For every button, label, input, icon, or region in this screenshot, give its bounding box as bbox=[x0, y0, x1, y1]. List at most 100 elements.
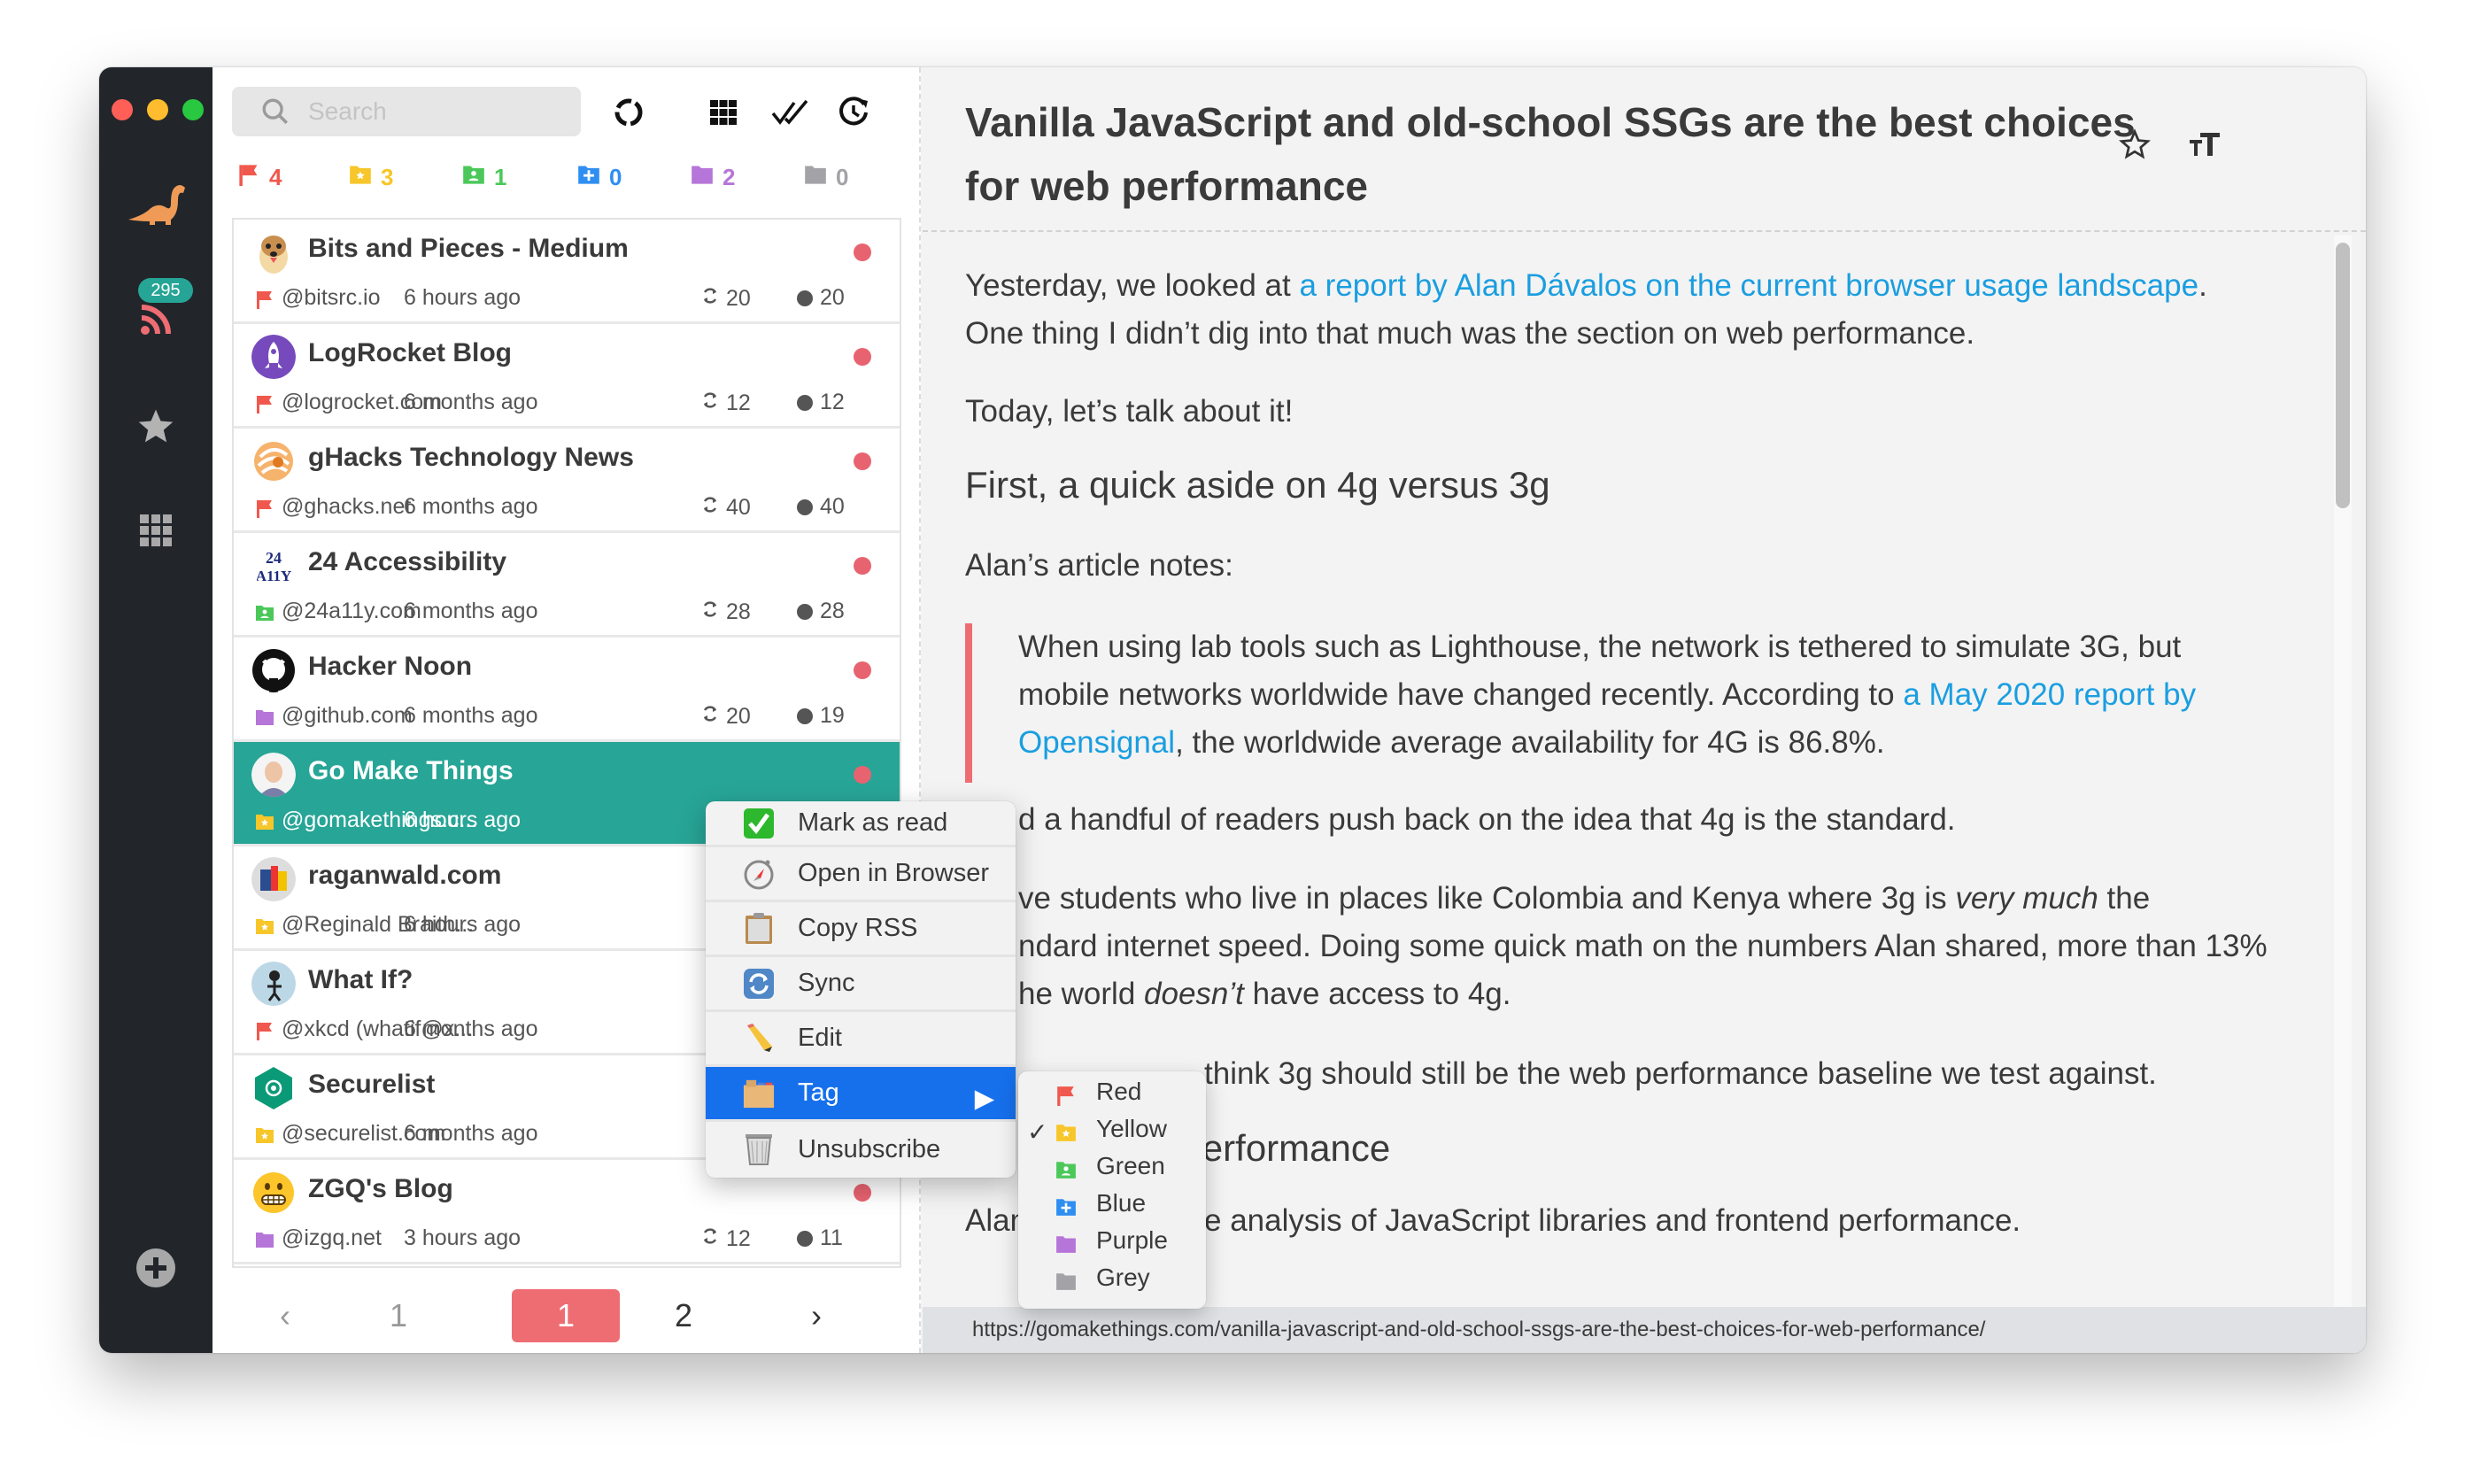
tag-filter-green[interactable]: 1 bbox=[462, 163, 506, 192]
grid-view-button[interactable] bbox=[701, 90, 746, 135]
compass-icon bbox=[743, 858, 775, 890]
feed-avatar-a11y: 24 A11Y bbox=[251, 544, 296, 588]
unread-dot bbox=[854, 348, 871, 366]
synced-count-value: 12 bbox=[726, 1226, 751, 1251]
feed-context-menu: Mark as read Open in Browser Copy RSS Sync E… bbox=[706, 801, 1016, 1178]
tag-option-yellow[interactable]: ✓ Yellow bbox=[1018, 1112, 1206, 1149]
article-paragraph: d a handful of readers push back on the … bbox=[1018, 796, 1956, 844]
tag-option-red[interactable]: Red bbox=[1018, 1075, 1206, 1112]
feed-meta: @github.com 6 months ago 20 19 bbox=[251, 703, 889, 730]
rail-item-starred[interactable] bbox=[99, 395, 212, 457]
add-feed-button[interactable] bbox=[99, 1241, 212, 1295]
feed-time: 6 hours ago bbox=[404, 808, 522, 832]
dot-icon bbox=[797, 603, 813, 620]
star-article-button[interactable] bbox=[2113, 122, 2157, 166]
unread-dot bbox=[854, 661, 871, 679]
sync-history-button[interactable] bbox=[832, 90, 877, 135]
tag-count: 0 bbox=[836, 164, 849, 190]
sync-icon bbox=[701, 285, 719, 313]
tag-option-label: Purple bbox=[1096, 1226, 1168, 1254]
context-menu-item-mark-as-read[interactable]: Mark as read bbox=[706, 801, 1016, 847]
context-menu-item-unsubscribe[interactable]: Unsubscribe bbox=[706, 1122, 1016, 1177]
context-menu-item-edit[interactable]: Edit bbox=[706, 1012, 1016, 1067]
menu-item-label: Mark as read bbox=[798, 808, 948, 837]
scrollbar-thumb[interactable] bbox=[2336, 243, 2350, 508]
mark-all-read-button[interactable] bbox=[769, 90, 813, 135]
feed-time: 6 months ago bbox=[404, 494, 538, 519]
tag-option-blue[interactable]: Blue bbox=[1018, 1186, 1206, 1224]
feed-avatar-meerkat bbox=[251, 230, 296, 274]
tag-filter-purple[interactable]: 2 bbox=[691, 163, 735, 192]
folder-plus-icon bbox=[577, 163, 600, 192]
text-run: e analysis of JavaScript libraries and f… bbox=[1204, 1203, 2021, 1238]
unread-count-value: 19 bbox=[820, 703, 845, 728]
prev-page-button[interactable]: ‹ bbox=[267, 1289, 303, 1342]
feed-time: 6 hours ago bbox=[404, 912, 522, 937]
context-menu-item-tag[interactable]: Tag ▶ bbox=[706, 1067, 1016, 1122]
feed-avatar-rocket bbox=[251, 335, 296, 379]
tag-filter-yellow[interactable]: 3 bbox=[349, 163, 393, 192]
checkmark-icon: ✓ bbox=[1027, 1118, 1048, 1146]
feed-avatar-person bbox=[251, 753, 296, 797]
tag-filter-bar: 4 3 1 0 2 0 bbox=[237, 163, 892, 198]
tag-filter-grey[interactable]: 0 bbox=[804, 163, 848, 192]
text-run: d a handful of readers push back on the … bbox=[1018, 802, 1956, 837]
sync-icon bbox=[701, 494, 719, 522]
blockquote: When using lab tools such as Lighthouse,… bbox=[965, 623, 2329, 783]
trash-icon bbox=[743, 1133, 775, 1165]
context-menu-item-open-in-browser[interactable]: Open in Browser bbox=[706, 847, 1016, 902]
feed-list-item[interactable]: 24 A11Y 24 Accessibility @24a11y.com 6 mo… bbox=[234, 533, 900, 638]
text-run: ndard internet speed. Doing some quick m… bbox=[1018, 929, 2268, 963]
text-run: Alan’s article notes: bbox=[965, 548, 1233, 583]
text-run: Yesterday, we looked at bbox=[965, 268, 1300, 303]
minimize-window-button[interactable] bbox=[147, 99, 168, 120]
zoom-window-button[interactable] bbox=[182, 99, 204, 120]
feed-handle: @izgq.net bbox=[282, 1225, 382, 1250]
article-link[interactable]: a report by Alan Dávalos on the current … bbox=[1299, 268, 2198, 303]
quote-line: Opensignal, the worldwide average availa… bbox=[1018, 719, 1885, 767]
tag-option-green[interactable]: Green bbox=[1018, 1149, 1206, 1186]
search-icon bbox=[262, 98, 289, 125]
synced-count-value: 28 bbox=[726, 599, 751, 624]
dot-icon bbox=[797, 394, 813, 411]
folder-user-icon bbox=[462, 163, 485, 192]
context-menu-item-copy-rss[interactable]: Copy RSS bbox=[706, 902, 1016, 957]
feed-title: Bits and Pieces - Medium bbox=[308, 234, 629, 263]
tag-filter-blue[interactable]: 0 bbox=[577, 163, 622, 192]
search-input[interactable] bbox=[308, 97, 574, 126]
synced-count-value: 20 bbox=[726, 704, 751, 729]
feed-avatar-books bbox=[251, 857, 296, 901]
feed-list-item[interactable]: Hacker Noon @github.com 6 months ago 20 19 bbox=[234, 638, 900, 742]
unread-count-value: 40 bbox=[820, 494, 845, 519]
tag-option-grey[interactable]: Grey bbox=[1018, 1261, 1206, 1298]
next-page-button[interactable]: › bbox=[799, 1289, 834, 1342]
feed-title: What If? bbox=[308, 965, 413, 994]
close-window-button[interactable] bbox=[112, 99, 133, 120]
page-1-link[interactable]: 1 bbox=[381, 1289, 416, 1342]
feed-avatar-xkcd bbox=[251, 962, 296, 1006]
refresh-button[interactable] bbox=[607, 90, 651, 135]
article-link[interactable]: Opensignal bbox=[1018, 725, 1175, 760]
feed-list-item[interactable]: LogRocket Blog @logrocket.com 6 months a… bbox=[234, 324, 900, 429]
unread-count: 40 bbox=[797, 494, 845, 520]
page-2-link[interactable]: 2 bbox=[666, 1289, 701, 1342]
feed-list-item[interactable]: Bits and Pieces - Medium @bitsrc.io 6 ho… bbox=[234, 220, 900, 324]
feed-list-item[interactable]: gHacks Technology News @ghacks.net 6 mon… bbox=[234, 429, 900, 533]
article-scrollbar[interactable] bbox=[2334, 236, 2352, 1353]
feed-avatar-ghacks bbox=[251, 439, 296, 483]
rail-item-categories[interactable] bbox=[99, 499, 212, 561]
tag-filter-red[interactable]: 4 bbox=[237, 163, 282, 192]
tag-option-purple[interactable]: Purple bbox=[1018, 1224, 1206, 1261]
synced-count: 12 bbox=[701, 390, 751, 417]
text-size-button[interactable] bbox=[2183, 122, 2228, 166]
synced-count: 12 bbox=[701, 1225, 751, 1253]
current-page[interactable]: 1 bbox=[512, 1289, 620, 1342]
article-link[interactable]: a May 2020 report by bbox=[1903, 677, 2196, 712]
clipboard-icon bbox=[743, 912, 775, 945]
context-menu-item-sync[interactable]: Sync bbox=[706, 957, 1016, 1012]
folder-star-icon bbox=[255, 916, 274, 942]
nav-rail: 295 bbox=[99, 67, 212, 1353]
dot-icon bbox=[797, 707, 813, 724]
feed-title: Go Make Things bbox=[308, 756, 514, 785]
search-box[interactable] bbox=[232, 87, 581, 136]
